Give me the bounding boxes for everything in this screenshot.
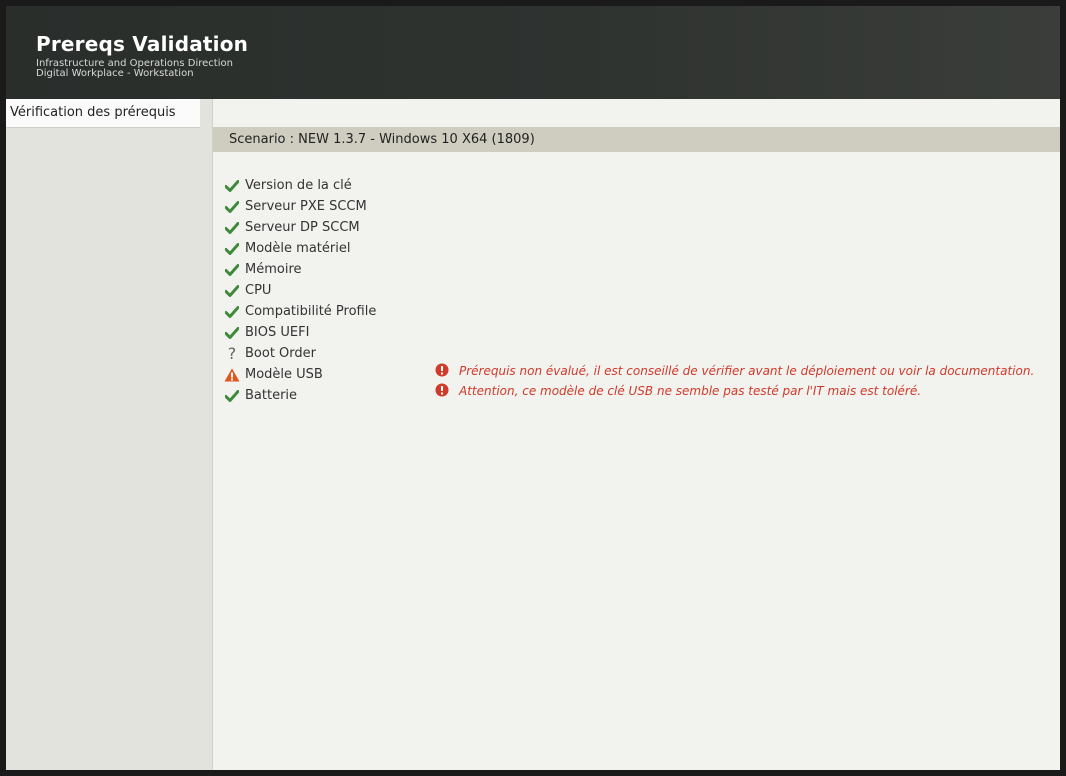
check-label: BIOS UEFI — [245, 325, 310, 340]
check-label: CPU — [245, 283, 272, 298]
message-boot-order: Prérequis non évalué, il est conseillé d… — [435, 361, 1034, 381]
check-icon — [223, 199, 241, 215]
app-title: Prereqs Validation — [36, 32, 249, 56]
app-subtitle-line-2: Digital Workplace - Workstation — [36, 68, 194, 79]
check-item-serveur-pxe: Serveur PXE SCCM — [223, 196, 376, 217]
question-icon: ? — [227, 344, 237, 363]
check-label: Boot Order — [245, 346, 316, 361]
check-item-boot-order: ? Boot Order — [223, 343, 376, 364]
check-icon — [223, 178, 241, 194]
warning-icon — [223, 367, 241, 383]
check-icon — [223, 220, 241, 236]
check-item-memoire: Mémoire — [223, 259, 376, 280]
check-item-modele-usb: Modèle USB — [223, 364, 376, 385]
app-subtitle: Infrastructure and Operations Direction … — [36, 59, 233, 79]
check-label: Modèle USB — [245, 367, 323, 382]
check-item-modele-materiel: Modèle matériel — [223, 238, 376, 259]
main-panel: Scenario : NEW 1.3.7 - Windows 10 X64 (1… — [213, 99, 1060, 770]
message-text: Prérequis non évalué, il est conseillé d… — [459, 364, 1035, 378]
check-icon — [223, 241, 241, 257]
prereq-checklist: Version de la clé Serveur PXE SCCM Serve… — [223, 175, 376, 406]
message-modele-usb: Attention, ce modèle de clé USB ne sembl… — [435, 381, 1034, 401]
validation-messages: Prérequis non évalué, il est conseillé d… — [435, 361, 1034, 401]
check-icon — [223, 262, 241, 278]
check-item-bios-uefi: BIOS UEFI — [223, 322, 376, 343]
error-icon — [435, 383, 449, 400]
sidebar-item-verification-prerequis[interactable]: Vérification des prérequis — [6, 99, 200, 128]
check-label: Serveur PXE SCCM — [245, 199, 367, 214]
check-item-cpu: CPU — [223, 280, 376, 301]
check-icon — [223, 325, 241, 341]
scenario-bar: Scenario : NEW 1.3.7 - Windows 10 X64 (1… — [213, 127, 1060, 152]
check-label: Mémoire — [245, 262, 302, 277]
screen: Prereqs Validation Infrastructure and Op… — [6, 6, 1060, 770]
sidebar: Vérification des prérequis — [6, 99, 213, 770]
check-label: Serveur DP SCCM — [245, 220, 360, 235]
message-text: Attention, ce modèle de clé USB ne sembl… — [459, 384, 922, 398]
check-label: Compatibilité Profile — [245, 304, 377, 319]
check-label: Version de la clé — [245, 178, 352, 193]
check-item-serveur-dp: Serveur DP SCCM — [223, 217, 376, 238]
check-item-batterie: Batterie — [223, 385, 376, 406]
check-icon — [223, 304, 241, 320]
check-icon — [223, 283, 241, 299]
check-label: Batterie — [245, 388, 298, 403]
error-icon — [435, 363, 449, 380]
check-label: Modèle matériel — [245, 241, 351, 256]
check-icon — [223, 388, 241, 404]
check-item-compatibilite-profile: Compatibilité Profile — [223, 301, 376, 322]
check-item-version-cle: Version de la clé — [223, 175, 376, 196]
app-header: Prereqs Validation Infrastructure and Op… — [6, 6, 1060, 99]
